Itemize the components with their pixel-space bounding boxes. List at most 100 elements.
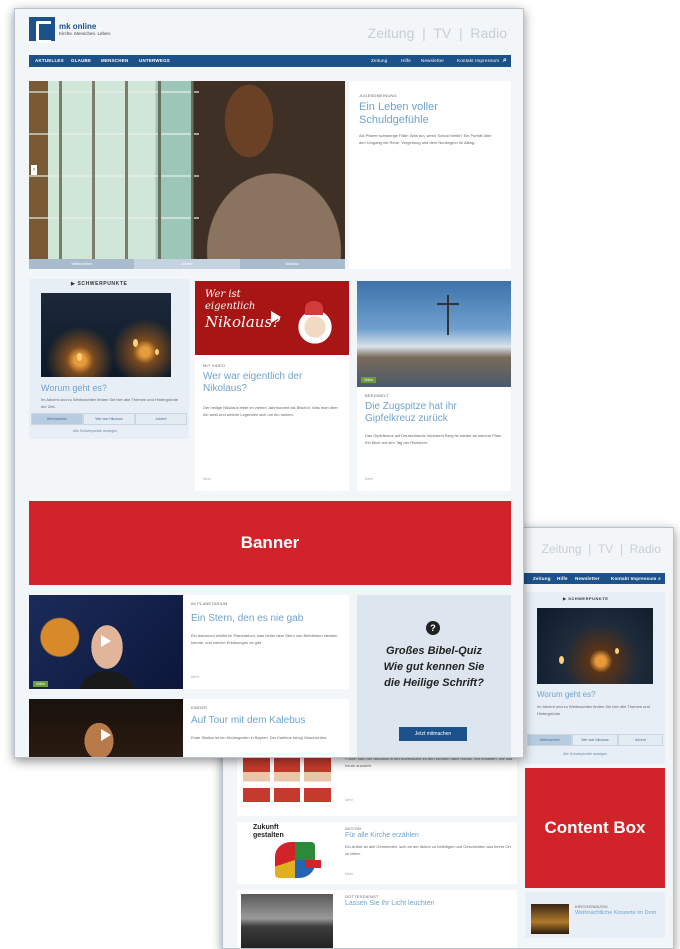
- stern-meta[interactable]: Mehr: [191, 675, 199, 679]
- nav-zeitung[interactable]: Zeitung: [371, 55, 387, 67]
- schwerpunkte-title[interactable]: Worum geht es?: [537, 690, 596, 699]
- candle-flame: [155, 349, 159, 355]
- nav-newsletter[interactable]: Newsletter: [421, 55, 444, 67]
- play-icon[interactable]: [101, 635, 111, 647]
- date-badge: [305, 860, 321, 868]
- schwerpunkte-footer-link[interactable]: Alle Schwerpunkte anzeigen: [73, 429, 117, 433]
- schwerpunkte-header: ▶ SCHWERPUNKTE: [71, 281, 128, 287]
- side-item[interactable]: Kirchenmusik Weihnachtliche Konzerte im …: [525, 892, 665, 938]
- logo-name: mk online: [59, 22, 97, 31]
- side-item-title[interactable]: Weihnachtliche Konzerte im Dom: [575, 910, 661, 916]
- main-screenshot: mk online Kirche. Menschen. Leben. Zeitu…: [14, 8, 524, 758]
- search-icon[interactable]: ⌕: [503, 55, 507, 67]
- quiz-button[interactable]: Jetzt mitmachen: [399, 727, 467, 741]
- schwerpunkte-title[interactable]: Worum geht es?: [41, 383, 107, 393]
- list-item-kicker: Gottesdienst: [345, 894, 379, 899]
- side-item-kicker: Kirchenmusik: [575, 904, 609, 909]
- nav-kontakt[interactable]: Kontakt Impressum: [611, 573, 656, 585]
- nav-unterwegs[interactable]: UNTERWEGS: [139, 55, 170, 67]
- nikolaus-cartoon: [297, 311, 333, 351]
- nikolaus-meta[interactable]: Mehr: [203, 477, 211, 481]
- schwerpunkte-image[interactable]: [537, 608, 653, 684]
- nav-aktuelles[interactable]: AKTUELLES: [35, 55, 64, 67]
- hero-thumbs: Weihnachten Advent Nikolaus: [29, 259, 345, 269]
- tab-nikolaus[interactable]: Wer war Nikolaus: [572, 734, 618, 746]
- nikolaus-body: Der heilige Nikolaus lebte im vierten Ja…: [203, 405, 338, 417]
- hero-image[interactable]: ‹: [29, 81, 345, 259]
- main-nav-bar: AKTUELLES GLAUBE MENSCHEN UNTERWEGS Zeit…: [29, 55, 511, 67]
- stern-body: Ein Astronom erklärt im Planetarium, was…: [191, 633, 338, 645]
- stern-kicker: Im Planetarium: [191, 601, 228, 606]
- play-icon[interactable]: [271, 311, 281, 323]
- list-item-body: Ein Aufruf an alle Gemeinden, sich an de…: [345, 844, 511, 856]
- zugspitze-title[interactable]: Die Zugspitze hat ihr Gipfelkreuz zurück: [365, 401, 505, 424]
- zugspitze-meta[interactable]: Mehr: [365, 477, 373, 481]
- stern-article[interactable]: Im Planetarium Ein Stern, den es nie gab…: [183, 595, 349, 689]
- zugspitze-card[interactable]: Video Bergwelt Die Zugspitze hat ihr Gip…: [357, 281, 511, 491]
- hero-thumb[interactable]: Nikolaus: [240, 259, 345, 269]
- video-badge: Video: [361, 377, 376, 383]
- candle-flame: [77, 353, 82, 361]
- schwerpunkte-tabs: Weihnachten Wer war Nikolaus Advent: [527, 734, 663, 746]
- list-item[interactable]: Gottesdienst Lassen Sie ihr Licht leucht…: [237, 890, 517, 948]
- schwerpunkte-header: ▶ SCHWERPUNKTE: [563, 596, 609, 601]
- secondary-schwerpunkte: ▶ SCHWERPUNKTE Worum geht es? Im Advent …: [525, 592, 665, 764]
- list-item-meta[interactable]: Mehr: [345, 798, 353, 802]
- nav-hilfe[interactable]: Hilfe: [401, 55, 411, 67]
- top-link-tv[interactable]: TV: [598, 542, 613, 556]
- list-item[interactable]: Zukunft gestalten Aktion Für alle Kirche …: [237, 822, 517, 884]
- nav-glaube[interactable]: GLAUBE: [71, 55, 91, 67]
- top-link-zeitung[interactable]: Zeitung: [368, 25, 415, 41]
- top-link-radio[interactable]: Radio: [630, 542, 661, 556]
- list-item[interactable]: Früher kam der Nikolaus in der Adventsze…: [237, 754, 517, 816]
- woman-figure: [179, 81, 345, 259]
- top-link-zeitung[interactable]: Zeitung: [542, 542, 582, 556]
- nav-menschen[interactable]: MENSCHEN: [101, 55, 128, 67]
- hero-thumb[interactable]: Weihnachten: [29, 259, 134, 269]
- tab-nikolaus[interactable]: Wer war Nikolaus: [83, 413, 135, 425]
- hero-prev-arrow[interactable]: ‹: [31, 165, 37, 175]
- logo-tagline: Kirche. Menschen. Leben.: [59, 31, 112, 36]
- nikolaus-kicker: Mit Video: [203, 363, 226, 368]
- kalebus-article[interactable]: Kinder Auf Tour mit dem Kalebus Erste St…: [183, 699, 349, 757]
- list-item-title[interactable]: Für alle Kirche erzählen: [345, 832, 419, 840]
- secondary-nav-bar: Zeitung Hilfe Newsletter Kontakt Impress…: [523, 573, 665, 584]
- tab-weihnachten[interactable]: Weihnachten: [527, 734, 573, 746]
- nav-zeitung[interactable]: Zeitung: [533, 573, 551, 585]
- schwerpunkte-body: Im Advent und zu Weihnachten finden Sie …: [537, 704, 650, 716]
- search-icon[interactable]: ⌕: [658, 573, 661, 585]
- nikolaus-video-image[interactable]: Wer ist eigentlich Nikolaus?: [195, 281, 349, 355]
- kalebus-title[interactable]: Auf Tour mit dem Kalebus: [191, 715, 341, 727]
- nikolaus-title[interactable]: Wer war eigentlich der Nikolaus?: [203, 371, 343, 394]
- tab-advent[interactable]: Advent: [135, 413, 187, 425]
- zukunft-title: Zukunft gestalten: [253, 824, 284, 839]
- stern-title[interactable]: Ein Stern, den es nie gab: [191, 613, 341, 625]
- stern-image[interactable]: Video: [29, 595, 183, 689]
- kalebus-image[interactable]: [29, 699, 183, 757]
- summit-cross: [437, 303, 459, 305]
- schwerpunkte-image[interactable]: [41, 293, 171, 377]
- nav-newsletter[interactable]: Newsletter: [575, 573, 600, 585]
- hero-title[interactable]: Ein Leben voller Schuldgefühle: [359, 101, 489, 126]
- nikolaus-hat: [305, 301, 323, 315]
- list-item-meta[interactable]: Mehr: [345, 872, 353, 876]
- side-item-image: [531, 904, 569, 934]
- kalebus-body: Erste Station ist ein Kindergarten in Ba…: [191, 735, 328, 740]
- schwerpunkte-tabs: Weihnachten Wer war Nikolaus Advent: [31, 413, 187, 425]
- schwerpunkte-footer-link[interactable]: Alle Schwerpunkte anzeigen: [563, 752, 607, 756]
- nav-kontakt[interactable]: Kontakt Impressum: [457, 55, 499, 67]
- site-logo[interactable]: mk online Kirche. Menschen. Leben.: [29, 17, 112, 43]
- hero-thumb[interactable]: Advent: [134, 259, 240, 269]
- tab-weihnachten[interactable]: Weihnachten: [31, 413, 83, 425]
- question-icon: ?: [426, 621, 440, 635]
- zugspitze-image[interactable]: Video: [357, 281, 511, 387]
- candle-flame: [615, 648, 619, 654]
- nav-hilfe[interactable]: Hilfe: [557, 573, 568, 585]
- play-icon[interactable]: [101, 729, 111, 741]
- nikolaus-card[interactable]: Wer ist eigentlich Nikolaus? Mit Video W…: [195, 281, 349, 491]
- hero-article[interactable]: Jugendmeinung Ein Leben voller Schuldgef…: [349, 81, 511, 269]
- list-item-title[interactable]: Lassen Sie ihr Licht leuchten: [345, 900, 435, 908]
- top-link-tv[interactable]: TV: [433, 25, 451, 41]
- top-link-radio[interactable]: Radio: [470, 25, 507, 41]
- tab-advent[interactable]: Advent: [617, 734, 663, 746]
